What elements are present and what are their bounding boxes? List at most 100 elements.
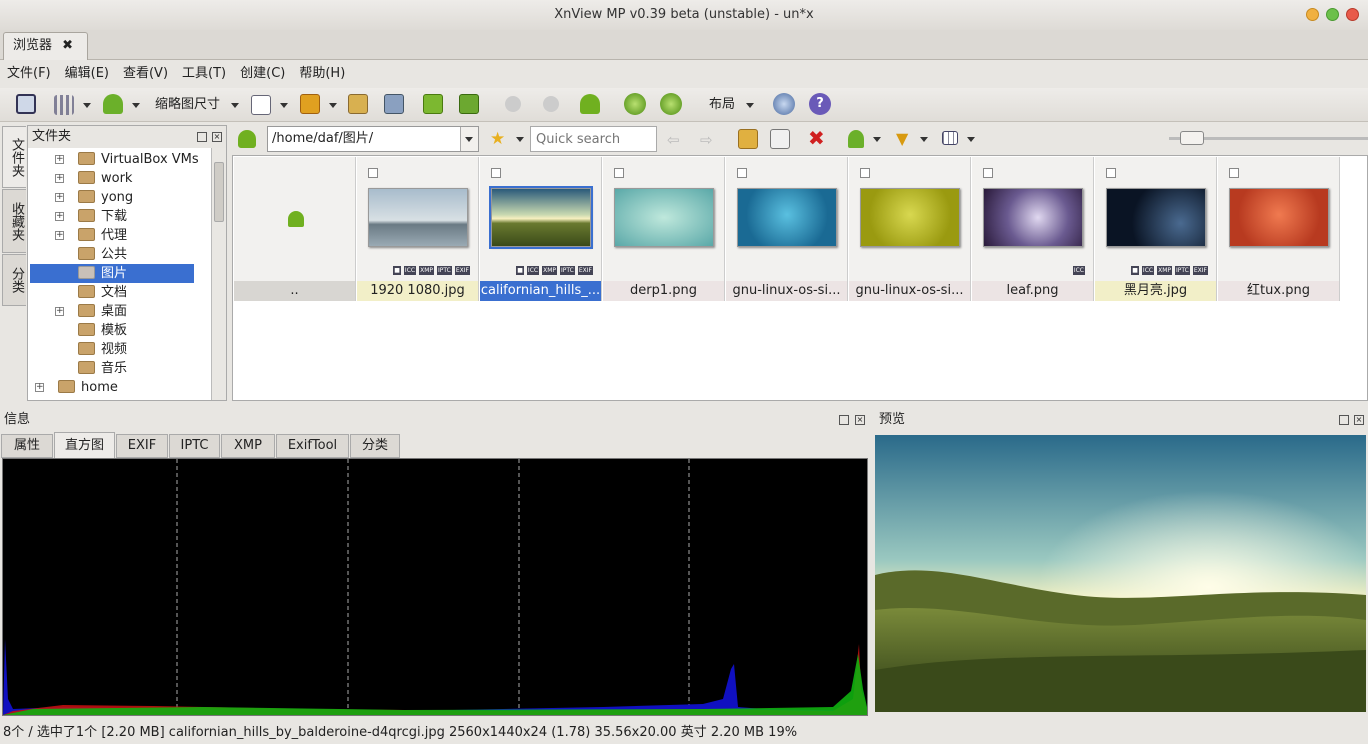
thumbnail-item[interactable]: ■ ICC XMP IPTC EXIF californian_hills_... — [480, 157, 602, 301]
info-tab[interactable]: IPTC — [169, 434, 220, 458]
menu-tools[interactable]: 工具(T) — [175, 63, 233, 85]
rotate-right-icon[interactable] — [660, 93, 682, 115]
grid-view-icon[interactable] — [942, 131, 958, 145]
thumbnail-item[interactable]: gnu-linux-os-si... — [726, 157, 848, 301]
tab-favorites[interactable]: 收藏夹 — [2, 189, 26, 253]
folder-tree-item[interactable]: 公共 — [28, 245, 212, 264]
star-icon[interactable]: ★ — [490, 129, 505, 149]
close-panel-icon[interactable]: × — [1354, 415, 1364, 425]
minimize-button[interactable] — [1306, 8, 1319, 21]
select-checkbox[interactable] — [1106, 168, 1116, 178]
folder-tree-item[interactable]: + work — [28, 169, 212, 188]
thumbnail-item[interactable]: derp1.png — [603, 157, 725, 301]
export-icon[interactable] — [459, 94, 479, 114]
folder-tree-item[interactable]: 文档 — [28, 283, 212, 302]
menu-view[interactable]: 查看(V) — [116, 63, 175, 85]
folder-tree-item[interactable]: + home — [28, 378, 212, 397]
folder-tree-item[interactable]: + 桌面 — [28, 302, 212, 321]
view-mode-icon[interactable] — [54, 95, 74, 115]
rotate-left-icon[interactable] — [624, 93, 646, 115]
close-panel-icon[interactable]: × — [212, 132, 222, 142]
expand-icon[interactable]: + — [55, 307, 64, 316]
expand-icon[interactable]: + — [55, 193, 64, 202]
expand-icon[interactable]: + — [55, 174, 64, 183]
folder-tree-item[interactable]: 图片 — [30, 264, 194, 283]
back-icon[interactable] — [505, 96, 521, 112]
folder-tree-icon[interactable] — [348, 94, 368, 114]
select-checkbox[interactable] — [860, 168, 870, 178]
zoom-slider-handle[interactable] — [1180, 131, 1204, 145]
bookmark-icon[interactable] — [300, 94, 320, 114]
thumbnail-size-label[interactable]: 缩略图尺寸 — [155, 94, 220, 116]
close-window-button[interactable] — [1346, 8, 1359, 21]
info-tab[interactable]: 属性 — [1, 434, 53, 458]
select-checkbox[interactable] — [368, 168, 378, 178]
rating-dropdown-icon[interactable] — [516, 137, 524, 142]
layout-dropdown-icon[interactable] — [746, 103, 754, 108]
forward-icon[interactable] — [543, 96, 559, 112]
filter-dropdown-icon[interactable] — [920, 137, 928, 142]
folder-tree-item[interactable]: + VirtualBox VMs — [28, 150, 212, 169]
sequence-dropdown-icon[interactable] — [280, 103, 288, 108]
select-checkbox[interactable] — [614, 168, 624, 178]
expand-icon[interactable]: + — [55, 231, 64, 240]
sequence-icon[interactable] — [251, 95, 271, 115]
thumbnail-item[interactable]: 红tux.png — [1218, 157, 1340, 301]
close-tab-icon[interactable]: ✖ — [62, 33, 73, 59]
delete-icon[interactable]: ✖ — [808, 126, 825, 150]
new-folder-icon[interactable] — [738, 129, 758, 149]
sort-icon[interactable] — [103, 94, 123, 114]
view-mode-dropdown-icon[interactable] — [83, 103, 91, 108]
info-tab[interactable]: XMP — [221, 434, 275, 458]
menu-create[interactable]: 创建(C) — [233, 63, 292, 85]
batch-convert-icon[interactable] — [423, 94, 443, 114]
sort-icon[interactable] — [848, 130, 864, 148]
menu-help[interactable]: 帮助(H) — [292, 63, 352, 85]
select-checkbox[interactable] — [983, 168, 993, 178]
thumbnail-item[interactable]: ■ ICC XMP IPTC EXIF 1920 1080.jpg — [357, 157, 479, 301]
menu-file[interactable]: 文件(F) — [0, 63, 58, 85]
select-checkbox[interactable] — [491, 168, 501, 178]
prev-icon[interactable]: ⇦ — [667, 131, 680, 149]
folder-tree-item[interactable]: 音乐 — [28, 359, 212, 378]
layout-label[interactable]: 布局 — [709, 94, 735, 116]
rename-icon[interactable] — [770, 129, 790, 149]
folder-tree-item[interactable]: + yong — [28, 188, 212, 207]
expand-icon[interactable]: + — [55, 155, 64, 164]
sort-dropdown-icon[interactable] — [132, 103, 140, 108]
grid-view-dropdown-icon[interactable] — [967, 137, 975, 142]
info-tab[interactable]: ExifTool — [276, 434, 349, 458]
sort-dropdown-icon[interactable] — [873, 137, 881, 142]
float-panel-icon[interactable] — [197, 132, 207, 142]
next-icon[interactable]: ⇨ — [700, 131, 713, 149]
fullscreen-icon[interactable] — [16, 94, 36, 114]
select-checkbox[interactable] — [737, 168, 747, 178]
folder-tree-item[interactable]: 视频 — [28, 340, 212, 359]
float-panel-icon[interactable] — [1339, 415, 1349, 425]
thumbnail-item[interactable]: ICC leaf.png — [972, 157, 1094, 301]
info-tab[interactable]: 分类 — [350, 434, 400, 458]
parent-folder-icon[interactable] — [238, 130, 256, 148]
folder-tree-item[interactable]: 模板 — [28, 321, 212, 340]
expand-icon[interactable]: + — [55, 212, 64, 221]
tab-folders[interactable]: 文件夹 — [2, 126, 26, 188]
tab-browser[interactable]: 浏览器 ✖ — [3, 32, 88, 60]
maximize-button[interactable] — [1326, 8, 1339, 21]
capture-icon[interactable] — [384, 94, 404, 114]
scrollbar-thumb[interactable] — [214, 162, 224, 222]
expand-icon[interactable]: + — [35, 383, 44, 392]
folder-tree-item[interactable]: + 下载 — [28, 207, 212, 226]
help-icon[interactable]: ? — [809, 93, 831, 115]
path-dropdown-icon[interactable] — [460, 127, 478, 151]
bookmark-dropdown-icon[interactable] — [329, 103, 337, 108]
settings-gear-icon[interactable] — [773, 93, 795, 115]
thumbnail-item[interactable]: gnu-linux-os-si... — [849, 157, 971, 301]
close-panel-icon[interactable]: × — [855, 415, 865, 425]
thumbnail-item[interactable]: ■ ICC XMP IPTC EXIF 黑月亮.jpg — [1095, 157, 1217, 301]
folder-tree-scrollbar[interactable] — [211, 148, 226, 400]
info-tab[interactable]: EXIF — [116, 434, 168, 458]
tab-categories[interactable]: 分类 — [2, 254, 26, 306]
folder-tree-item[interactable]: + 代理 — [28, 226, 212, 245]
float-panel-icon[interactable] — [839, 415, 849, 425]
menu-edit[interactable]: 编辑(E) — [58, 63, 116, 85]
